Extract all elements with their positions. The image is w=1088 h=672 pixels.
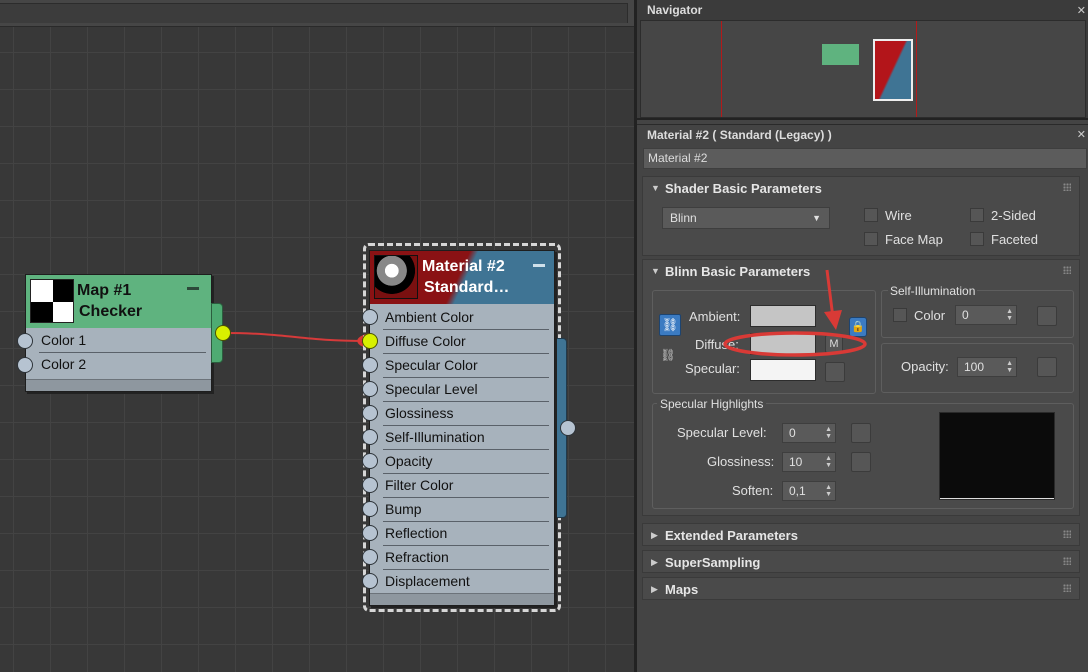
material-input-port[interactable] (362, 573, 378, 589)
material-slot-label: Specular Level (385, 381, 478, 397)
node-footer (370, 593, 554, 605)
material-slot-label: Diffuse Color (385, 333, 466, 349)
material-input-port[interactable] (362, 333, 378, 349)
minimize-icon[interactable] (533, 264, 545, 267)
material-input-port[interactable] (362, 309, 378, 325)
material-input-port[interactable] (362, 405, 378, 421)
grip-icon[interactable] (1063, 557, 1071, 565)
supersampling-rollout[interactable]: ▶ SuperSampling (642, 550, 1080, 573)
material-node[interactable]: Material #2 Standard… Ambient Color Diffu… (369, 250, 555, 606)
checker-thumbnail-icon (30, 279, 74, 323)
material-slot-label: Bump (385, 501, 422, 517)
grip-icon[interactable] (1063, 530, 1071, 538)
material-slot[interactable]: Filter Color (370, 474, 554, 498)
material-slot[interactable]: Specular Level (370, 378, 554, 402)
checker-input-port[interactable] (17, 333, 33, 349)
material-input-port[interactable] (362, 501, 378, 517)
material-slot[interactable]: Bump (370, 498, 554, 522)
checker-node-title: Map #1 (77, 282, 132, 299)
material-slot[interactable]: Glossiness (370, 402, 554, 426)
material-slot[interactable]: Specular Color (370, 354, 554, 378)
expand-arrow-icon: ▶ (651, 584, 658, 594)
material-slot[interactable]: Displacement (370, 570, 554, 594)
material-slot-label: Glossiness (385, 405, 454, 421)
material-slot[interactable]: Reflection (370, 522, 554, 546)
expand-arrow-icon: ▶ (651, 530, 658, 540)
material-input-port[interactable] (362, 381, 378, 397)
material-slot-label: Refraction (385, 549, 449, 565)
material-slot[interactable]: Refraction (370, 546, 554, 570)
material-node-header[interactable]: Material #2 Standard… (370, 251, 554, 304)
material-slot[interactable]: Ambient Color (370, 306, 554, 330)
node-slot[interactable]: Color 1 (26, 329, 211, 353)
material-input-port[interactable] (362, 453, 378, 469)
material-slot[interactable]: Self-Illumination (370, 426, 554, 450)
material-slot-label: Displacement (385, 573, 470, 589)
checker-node-subtitle: Checker (79, 303, 143, 320)
material-input-port[interactable] (362, 525, 378, 541)
node-footer (26, 379, 211, 391)
grip-icon[interactable] (1063, 584, 1071, 592)
checker-input-port[interactable] (17, 357, 33, 373)
node-slot[interactable]: Color 2 (26, 353, 211, 377)
material-slot-label: Opacity (385, 453, 433, 469)
material-slot-label: Specular Color (385, 357, 478, 373)
material-slot-label: Reflection (385, 525, 448, 541)
material-input-port[interactable] (362, 549, 378, 565)
material-slot-label: Filter Color (385, 477, 454, 493)
maps-rollout[interactable]: ▶ Maps (642, 577, 1080, 600)
checker-output-port[interactable] (215, 325, 231, 341)
minimize-icon[interactable] (187, 287, 199, 290)
right-panel: Navigator Material #2 ( Standard (Legacy… (634, 0, 1088, 672)
material-input-port[interactable] (362, 357, 378, 373)
material-sphere-icon (374, 255, 418, 299)
material-output-port[interactable] (560, 420, 576, 436)
extended-parameters-rollout[interactable]: ▶ Extended Parameters (642, 523, 1080, 546)
material-node-title: Material #2 (422, 258, 505, 275)
checker-map-node[interactable]: Map #1 Checker Color 1 Color 2 (25, 274, 212, 392)
material-node-subtitle: Standard… (424, 279, 510, 296)
checker-node-header[interactable]: Map #1 Checker (26, 275, 211, 328)
material-input-port[interactable] (362, 477, 378, 493)
material-slot-label: Self-Illumination (385, 429, 485, 445)
material-input-port[interactable] (362, 429, 378, 445)
material-slot[interactable]: Diffuse Color (370, 330, 554, 354)
node-canvas[interactable]: Map #1 Checker Color 1 Color 2 Material … (0, 0, 634, 672)
material-slot[interactable]: Opacity (370, 450, 554, 474)
material-slot-label: Ambient Color (385, 309, 474, 325)
expand-arrow-icon: ▶ (651, 557, 658, 567)
